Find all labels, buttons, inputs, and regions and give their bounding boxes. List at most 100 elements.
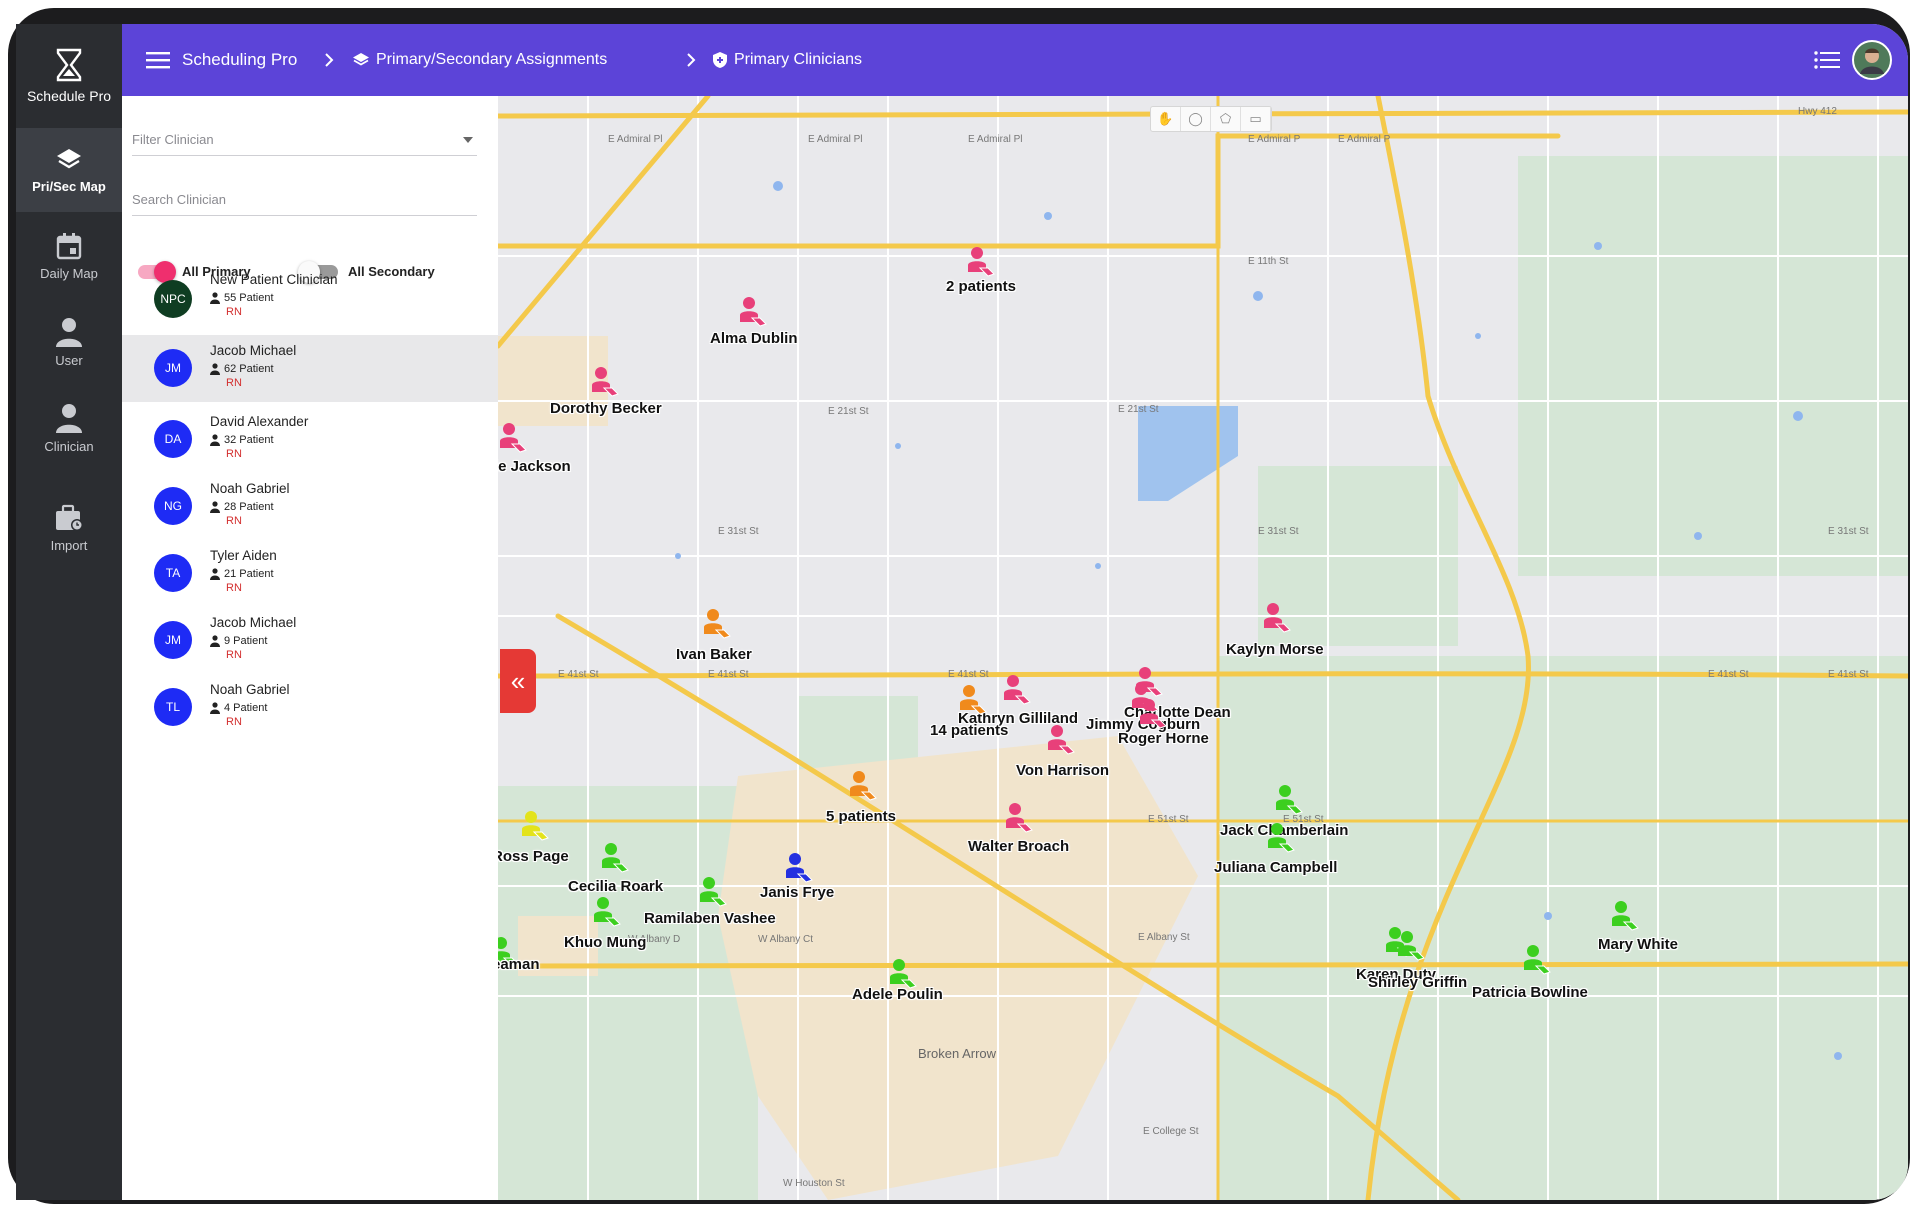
patient-marker-label[interactable]: ie Jackson	[498, 458, 571, 475]
patient-marker-icon[interactable]	[1610, 900, 1644, 934]
clinician-list-item[interactable]: NPC New Patient Clinician 55 Patient RN	[122, 264, 498, 335]
patient-marker-icon[interactable]	[1266, 822, 1300, 856]
patient-marker-icon[interactable]	[1396, 930, 1430, 964]
lasso-icon[interactable]: ◯	[1181, 107, 1211, 131]
patient-marker-label[interactable]: Shirley Griffin	[1368, 974, 1467, 991]
patient-marker-label[interactable]: Mary White	[1598, 936, 1678, 953]
patient-marker-icon[interactable]	[738, 296, 772, 330]
clinician-icon	[56, 403, 82, 433]
app-logo[interactable]: Schedule Pro	[16, 24, 122, 128]
polygon-icon[interactable]: ⬠	[1211, 107, 1241, 131]
rail-item-user[interactable]: User	[16, 300, 122, 384]
clinician-role: RN	[226, 448, 242, 460]
patient-marker-icon[interactable]	[590, 366, 624, 400]
patient-marker-icon[interactable]	[702, 608, 736, 642]
person-icon	[210, 702, 220, 714]
patient-marker-label[interactable]: 14 patients	[930, 722, 1008, 739]
patient-marker-label[interactable]: Cecilia Roark	[568, 878, 663, 895]
map-view[interactable]: ✋ ◯ ⬠ ▭ E Admiral Pl E Admiral Pl E Admi…	[498, 96, 1908, 1200]
rail-item-pri-sec-map[interactable]: Pri/Sec Map	[16, 128, 122, 212]
left-rail: Schedule Pro Pri/Sec Map Daily Map User …	[16, 24, 122, 1200]
person-icon	[210, 434, 220, 446]
clinician-name: Jacob Michael	[210, 343, 297, 358]
street-label: E Admiral Pl	[608, 134, 663, 145]
patient-marker-icon[interactable]	[1274, 784, 1308, 818]
patient-marker-label[interactable]: Walter Broach	[968, 838, 1069, 855]
clinician-list-item[interactable]: TA Tyler Aiden 21 Patient RN	[122, 540, 498, 607]
patient-marker-icon[interactable]	[1046, 724, 1080, 758]
clinician-patient-count: 9 Patient	[210, 635, 267, 647]
rail-item-clinician[interactable]: Clinician	[16, 386, 122, 470]
app-title: Scheduling Pro	[182, 50, 298, 69]
patient-marker-label[interactable]: Adele Poulin	[852, 986, 943, 1003]
patient-marker-label[interactable]: 2 patients	[946, 278, 1016, 295]
patient-marker-label[interactable]: Alma Dublin	[710, 330, 798, 347]
patient-marker-icon[interactable]	[958, 684, 992, 718]
patient-marker-icon[interactable]	[698, 876, 732, 910]
patient-count-text: 32 Patient	[224, 434, 274, 446]
app-brand: Schedule Pro	[26, 88, 112, 104]
patient-marker-label[interactable]: Janis Frye	[760, 884, 834, 901]
clinician-list-item[interactable]: NG Noah Gabriel 28 Patient RN	[122, 473, 498, 540]
patient-marker-label[interactable]: Roger Horne	[1118, 730, 1209, 747]
clinician-role: RN	[226, 306, 242, 318]
patient-marker-icon[interactable]	[784, 852, 818, 886]
patient-marker-icon[interactable]	[1262, 602, 1296, 636]
clinician-list-item[interactable]: DA David Alexander 32 Patient RN	[122, 406, 498, 473]
patient-marker-label[interactable]: Kaylyn Morse	[1226, 641, 1324, 658]
street-label: E Admiral P	[1338, 134, 1391, 145]
search-clinician-field[interactable]	[132, 170, 477, 216]
person-icon	[210, 568, 220, 580]
patient-marker-icon[interactable]	[1138, 698, 1172, 732]
patient-marker-icon[interactable]	[1522, 944, 1556, 978]
patient-marker-label[interactable]: Von Harrison	[1016, 762, 1109, 779]
device-side-button	[8, 138, 14, 178]
patient-marker-label[interactable]: Khuo Mung	[564, 934, 646, 951]
rectangle-select-icon[interactable]: ▭	[1241, 107, 1271, 131]
app-screen: Schedule Pro Pri/Sec Map Daily Map User …	[16, 24, 1908, 1200]
patient-marker-icon[interactable]	[966, 246, 1000, 280]
clinician-list-item[interactable]: JM Jacob Michael 9 Patient RN	[122, 607, 498, 674]
patient-marker-label[interactable]: 5 patients	[826, 808, 896, 825]
street-label: E 31st St	[1828, 526, 1869, 537]
filter-clinician-input[interactable]	[132, 132, 477, 147]
patient-marker-label[interactable]: Dorothy Becker	[550, 400, 662, 417]
street-label: E 11th St	[1248, 256, 1289, 267]
patient-marker-icon[interactable]	[600, 842, 634, 876]
clinician-patient-count: 21 Patient	[210, 568, 274, 580]
patient-count-text: 21 Patient	[224, 568, 274, 580]
top-bar: Scheduling Pro Primary/Secondary Assignm…	[122, 24, 1908, 96]
clinician-list-item[interactable]: TL Noah Gabriel 4 Patient RN	[122, 674, 498, 741]
clinician-role: RN	[226, 716, 242, 728]
search-clinician-input[interactable]	[132, 192, 477, 207]
patient-marker-label[interactable]: Juliana Campbell	[1214, 859, 1337, 876]
patient-marker-icon[interactable]	[592, 896, 626, 930]
patient-marker-label[interactable]: Patricia Bowline	[1472, 984, 1588, 1001]
patient-marker-icon[interactable]	[1004, 802, 1038, 836]
patient-marker-icon[interactable]	[1002, 674, 1036, 708]
briefcase-clock-icon	[56, 504, 83, 531]
patient-marker-label[interactable]: Ivan Baker	[676, 646, 752, 663]
hamburger-icon	[146, 52, 170, 69]
rail-item-import[interactable]: Import	[16, 486, 122, 570]
patient-marker-icon[interactable]	[498, 422, 532, 456]
street-label: E 21st St	[828, 406, 869, 417]
clinician-list-item[interactable]: JM Jacob Michael 62 Patient RN	[122, 335, 498, 402]
patient-marker-icon[interactable]	[520, 810, 554, 844]
pan-hand-icon[interactable]: ✋	[1151, 107, 1181, 131]
menu-button[interactable]	[146, 24, 170, 96]
collapse-sidebar-button[interactable]: «	[500, 649, 536, 713]
patient-marker-icon[interactable]	[848, 770, 882, 804]
patient-marker-label[interactable]: eaman	[498, 956, 540, 973]
breadcrumb-item-assignments[interactable]: Primary/Secondary Assignments	[352, 24, 607, 96]
street-label: E 41st St	[948, 669, 989, 680]
patient-marker-label[interactable]: Ramilaben Vashee	[644, 910, 776, 927]
clinician-patient-count: 4 Patient	[210, 702, 267, 714]
filter-clinician-select[interactable]	[132, 110, 477, 156]
patient-marker-label[interactable]: Ross Page	[498, 848, 569, 865]
list-view-button[interactable]	[1814, 24, 1840, 96]
user-avatar[interactable]	[1852, 24, 1892, 96]
breadcrumb-item-primary-clinicians[interactable]: Primary Clinicians	[712, 24, 862, 96]
street-label: W Houston St	[783, 1178, 845, 1189]
rail-item-daily-map[interactable]: Daily Map	[16, 214, 122, 298]
